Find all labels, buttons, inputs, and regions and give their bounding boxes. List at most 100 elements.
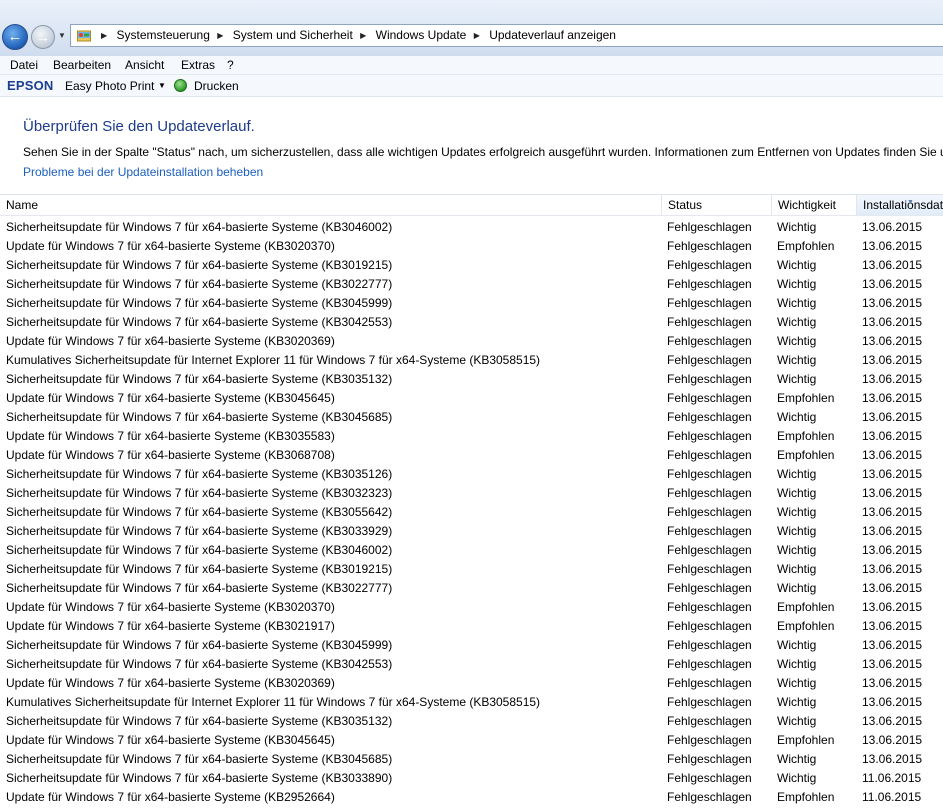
update-status: Fehlgeschlagen bbox=[667, 448, 752, 462]
menu-datei[interactable]: Datei bbox=[10, 58, 38, 72]
breadcrumb-windows-update[interactable]: Windows Update bbox=[376, 25, 467, 46]
update-name: Update für Windows 7 für x64-basierte Sy… bbox=[6, 429, 335, 443]
table-row[interactable]: Sicherheitsupdate für Windows 7 für x64-… bbox=[0, 484, 943, 503]
table-row[interactable]: Update für Windows 7 für x64-basierte Sy… bbox=[0, 389, 943, 408]
table-row[interactable]: Update für Windows 7 für x64-basierte Sy… bbox=[0, 332, 943, 351]
update-importance: Wichtig bbox=[777, 676, 817, 690]
forward-button[interactable]: → bbox=[31, 25, 55, 49]
update-importance: Wichtig bbox=[777, 296, 817, 310]
update-name: Kumulatives Sicherheitsupdate für Intern… bbox=[6, 353, 541, 367]
table-row[interactable]: Sicherheitsupdate für Windows 7 für x64-… bbox=[0, 541, 943, 560]
update-name: Sicherheitsupdate für Windows 7 für x64-… bbox=[6, 505, 393, 519]
table-row[interactable]: Update für Windows 7 für x64-basierte Sy… bbox=[0, 427, 943, 446]
update-name: Sicherheitsupdate für Windows 7 für x64-… bbox=[6, 296, 393, 310]
table-row[interactable]: Sicherheitsupdate für Windows 7 für x64-… bbox=[0, 294, 943, 313]
table-row[interactable]: Sicherheitsupdate für Windows 7 für x64-… bbox=[0, 218, 943, 237]
update-status: Fehlgeschlagen bbox=[667, 505, 752, 519]
table-row[interactable]: Update für Windows 7 für x64-basierte Sy… bbox=[0, 788, 943, 807]
table-row[interactable]: Update für Windows 7 für x64-basierte Sy… bbox=[0, 617, 943, 636]
breadcrumb-systemsteuerung[interactable]: Systemsteuerung bbox=[117, 25, 210, 46]
table-row[interactable]: Update für Windows 7 für x64-basierte Sy… bbox=[0, 674, 943, 693]
column-header-name[interactable]: Name bbox=[0, 195, 661, 215]
table-row[interactable]: Update für Windows 7 für x64-basierte Sy… bbox=[0, 598, 943, 617]
table-row[interactable]: Sicherheitsupdate für Windows 7 für x64-… bbox=[0, 408, 943, 427]
update-importance: Wichtig bbox=[777, 695, 817, 709]
table-row[interactable]: Sicherheitsupdate für Windows 7 für x64-… bbox=[0, 503, 943, 522]
update-name: Sicherheitsupdate für Windows 7 für x64-… bbox=[6, 562, 393, 576]
table-row[interactable]: Sicherheitsupdate für Windows 7 für x64-… bbox=[0, 370, 943, 389]
chevron-right-icon[interactable]: ▶ bbox=[217, 25, 223, 46]
update-status: Fehlgeschlagen bbox=[667, 296, 752, 310]
column-header-status[interactable]: Status bbox=[661, 195, 771, 215]
menu-bearbeiten[interactable]: Bearbeiten bbox=[53, 58, 111, 72]
update-date: 13.06.2015 bbox=[862, 638, 923, 652]
table-row[interactable]: Update für Windows 7 für x64-basierte Sy… bbox=[0, 731, 943, 750]
troubleshoot-link[interactable]: Probleme bei der Updateinstallation behe… bbox=[23, 165, 263, 179]
table-row[interactable]: Sicherheitsupdate für Windows 7 für x64-… bbox=[0, 275, 943, 294]
table-row[interactable]: Sicherheitsupdate für Windows 7 für x64-… bbox=[0, 256, 943, 275]
update-date: 13.06.2015 bbox=[862, 581, 923, 595]
update-importance: Wichtig bbox=[777, 220, 817, 234]
chevron-down-icon[interactable]: ▼ bbox=[158, 81, 166, 90]
table-row[interactable]: Kumulatives Sicherheitsupdate für Intern… bbox=[0, 693, 943, 712]
update-importance: Wichtig bbox=[777, 486, 817, 500]
update-name: Sicherheitsupdate für Windows 7 für x64-… bbox=[6, 714, 393, 728]
recent-pages-dropdown[interactable]: ▼ bbox=[58, 30, 68, 42]
update-name: Update für Windows 7 für x64-basierte Sy… bbox=[6, 334, 335, 348]
chevron-right-icon[interactable]: ▶ bbox=[360, 25, 366, 46]
table-row[interactable]: Sicherheitsupdate für Windows 7 für x64-… bbox=[0, 465, 943, 484]
breadcrumb[interactable]: ▶ Systemsteuerung ▶ System und Sicherhei… bbox=[70, 24, 943, 47]
update-date: 13.06.2015 bbox=[862, 239, 923, 253]
update-date: 13.06.2015 bbox=[862, 429, 923, 443]
chevron-down-icon: ▼ bbox=[58, 31, 66, 40]
update-name: Update für Windows 7 für x64-basierte Sy… bbox=[6, 448, 335, 462]
update-importance: Wichtig bbox=[777, 334, 817, 348]
menu-help[interactable]: ? bbox=[227, 58, 234, 72]
menu-ansicht[interactable]: Ansicht bbox=[125, 58, 164, 72]
easy-photo-print-button[interactable]: Easy Photo Print bbox=[65, 79, 154, 93]
table-row[interactable]: Sicherheitsupdate für Windows 7 für x64-… bbox=[0, 636, 943, 655]
update-importance: Wichtig bbox=[777, 581, 817, 595]
update-importance: Wichtig bbox=[777, 258, 817, 272]
update-importance: Empfohlen bbox=[777, 733, 835, 747]
table-row[interactable]: Sicherheitsupdate für Windows 7 für x64-… bbox=[0, 769, 943, 788]
update-importance: Wichtig bbox=[777, 410, 817, 424]
update-importance: Wichtig bbox=[777, 543, 817, 557]
table-row[interactable]: Sicherheitsupdate für Windows 7 für x64-… bbox=[0, 712, 943, 731]
table-row[interactable]: Sicherheitsupdate für Windows 7 für x64-… bbox=[0, 560, 943, 579]
back-button[interactable]: ← bbox=[2, 24, 28, 50]
table-row[interactable]: Update für Windows 7 für x64-basierte Sy… bbox=[0, 446, 943, 465]
print-button[interactable]: Drucken bbox=[194, 79, 239, 93]
update-status: Fehlgeschlagen bbox=[667, 790, 752, 804]
update-list: Sicherheitsupdate für Windows 7 für x64-… bbox=[0, 218, 943, 807]
update-date: 13.06.2015 bbox=[862, 277, 923, 291]
menu-extras[interactable]: Extras bbox=[181, 58, 215, 72]
chevron-right-icon[interactable]: ▶ bbox=[101, 25, 107, 46]
update-importance: Wichtig bbox=[777, 714, 817, 728]
table-row[interactable]: Sicherheitsupdate für Windows 7 für x64-… bbox=[0, 522, 943, 541]
table-row[interactable]: Sicherheitsupdate für Windows 7 für x64-… bbox=[0, 313, 943, 332]
breadcrumb-updateverlauf[interactable]: Updateverlauf anzeigen bbox=[489, 25, 616, 46]
update-date: 13.06.2015 bbox=[862, 334, 923, 348]
update-importance: Empfohlen bbox=[777, 790, 835, 804]
update-importance: Wichtig bbox=[777, 638, 817, 652]
table-row[interactable]: Kumulatives Sicherheitsupdate für Intern… bbox=[0, 351, 943, 370]
update-status: Fehlgeschlagen bbox=[667, 372, 752, 386]
update-status: Fehlgeschlagen bbox=[667, 410, 752, 424]
table-row[interactable]: Sicherheitsupdate für Windows 7 für x64-… bbox=[0, 655, 943, 674]
update-importance: Wichtig bbox=[777, 467, 817, 481]
sort-descending-icon: ▼ bbox=[907, 199, 914, 206]
update-status: Fehlgeschlagen bbox=[667, 600, 752, 614]
column-header-importance[interactable]: Wichtigkeit bbox=[771, 195, 856, 215]
print-icon[interactable] bbox=[174, 79, 187, 92]
update-name: Update für Windows 7 für x64-basierte Sy… bbox=[6, 239, 335, 253]
table-row[interactable]: Update für Windows 7 für x64-basierte Sy… bbox=[0, 237, 943, 256]
column-header-install-date[interactable]: ▼ Installationsdat bbox=[856, 195, 943, 215]
update-importance: Empfohlen bbox=[777, 619, 835, 633]
table-row[interactable]: Sicherheitsupdate für Windows 7 für x64-… bbox=[0, 750, 943, 769]
table-row[interactable]: Sicherheitsupdate für Windows 7 für x64-… bbox=[0, 579, 943, 598]
breadcrumb-system-und-sicherheit[interactable]: System und Sicherheit bbox=[233, 25, 353, 46]
chevron-right-icon[interactable]: ▶ bbox=[474, 25, 480, 46]
update-status: Fehlgeschlagen bbox=[667, 733, 752, 747]
update-status: Fehlgeschlagen bbox=[667, 220, 752, 234]
